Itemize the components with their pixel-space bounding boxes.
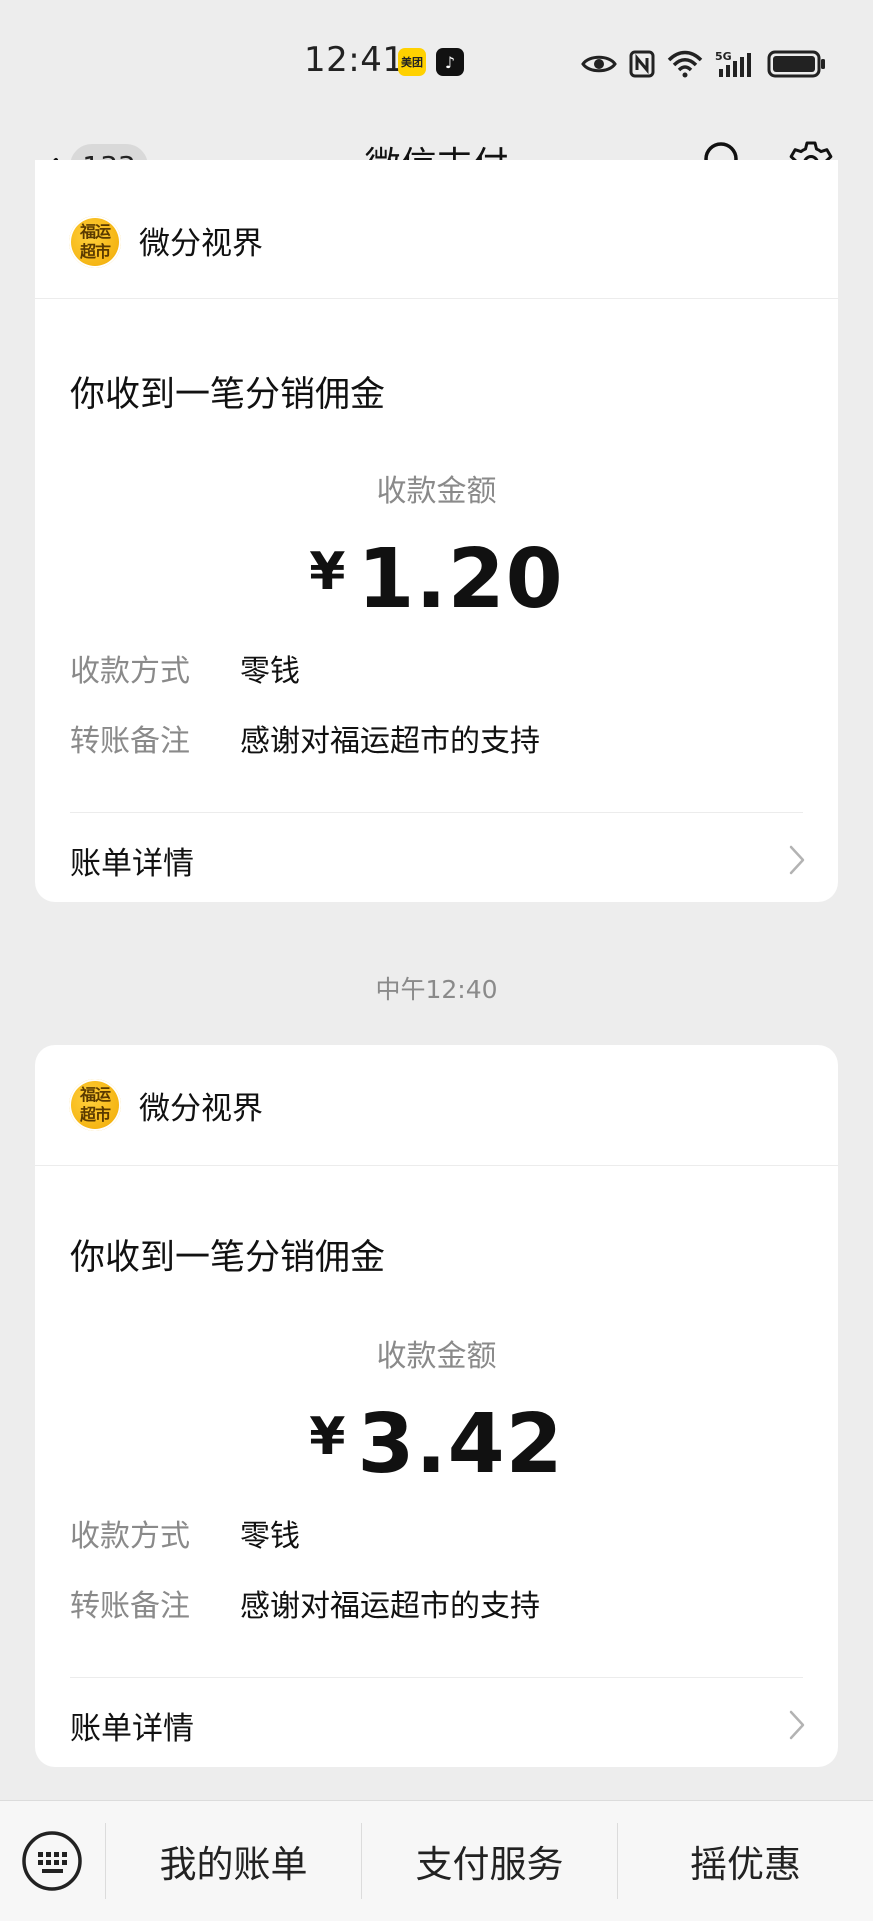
svg-text:5G: 5G (715, 50, 732, 63)
tiktok-notification-icon: ♪ (436, 48, 464, 76)
menu-payment-services[interactable]: 支付服务 (362, 1801, 617, 1921)
detail-value: 零钱 (240, 1519, 300, 1554)
merchant-name[interactable]: 微分视界 (139, 218, 263, 263)
detail-key: 收款方式 (70, 654, 190, 689)
detail-key: 转账备注 (70, 724, 190, 759)
keyboard-icon[interactable] (20, 1829, 84, 1893)
detail-key: 收款方式 (70, 1519, 190, 1554)
bill-details-label: 账单详情 (70, 846, 194, 882)
payment-method-row: 收款方式 零钱 (70, 646, 300, 690)
status-icons: 5G (581, 44, 827, 84)
bill-details-link[interactable]: 账单详情 (35, 1685, 838, 1765)
amount-value: 1.20 (357, 532, 564, 627)
amount-display: ¥3.42 (35, 1397, 838, 1492)
amount-value: 3.42 (357, 1397, 564, 1492)
detail-value: 感谢对福运超市的支持 (240, 724, 540, 759)
card-header[interactable]: 福运 超市 微分视界 (35, 160, 838, 299)
bill-details-label: 账单详情 (70, 1711, 194, 1747)
message-heading: 你收到一笔分销佣金 (70, 375, 386, 415)
signal-5g-icon: 5G (715, 50, 751, 77)
chevron-right-icon (789, 1710, 805, 1740)
detail-value: 零钱 (240, 654, 300, 689)
currency-symbol: ¥ (309, 542, 346, 602)
message-heading: 你收到一笔分销佣金 (70, 1238, 386, 1278)
status-time: 12:41 (304, 40, 405, 80)
payment-message-card[interactable]: 福运 超市 微分视界 你收到一笔分销佣金 收款金额 ¥3.42 收款方式 零钱 转… (35, 1045, 838, 1767)
merchant-logo: 福运 超市 (69, 1079, 121, 1131)
merchant-name[interactable]: 微分视界 (139, 1083, 263, 1128)
card-header[interactable]: 福运 超市 微分视界 (35, 1045, 838, 1166)
bill-details-link[interactable]: 账单详情 (35, 820, 838, 900)
payment-message-card[interactable]: 福运 超市 微分视界 你收到一笔分销佣金 收款金额 ¥1.20 收款方式 零钱 转… (35, 160, 838, 902)
amount-label: 收款金额 (376, 1339, 497, 1374)
eye-icon (581, 55, 617, 73)
menu-shake-offers[interactable]: 摇优惠 (618, 1801, 873, 1921)
payment-method-row: 收款方式 零钱 (70, 1511, 300, 1555)
currency-symbol: ¥ (309, 1407, 346, 1467)
amount-label: 收款金额 (376, 474, 497, 509)
menu-my-bills[interactable]: 我的账单 (106, 1801, 361, 1921)
wifi-icon (667, 50, 703, 78)
transfer-note-row: 转账备注 感谢对福运超市的支持 (70, 716, 540, 760)
bottom-menu-bar: 我的账单 支付服务 摇优惠 (0, 1800, 873, 1921)
amount-display: ¥1.20 (35, 532, 838, 627)
merchant-logo: 福运 超市 (69, 216, 121, 268)
nfc-icon (629, 50, 655, 78)
detail-value: 感谢对福运超市的支持 (240, 1589, 540, 1624)
message-timestamp: 中午12:40 (375, 975, 498, 1004)
divider (70, 1677, 803, 1678)
meituan-notification-icon: 美团 (398, 48, 426, 76)
divider (70, 812, 803, 813)
battery-icon (767, 50, 825, 78)
transfer-note-row: 转账备注 感谢对福运超市的支持 (70, 1581, 540, 1625)
status-bar: 12:41 美团 ♪ 5G (0, 0, 873, 128)
chevron-right-icon (789, 845, 805, 875)
detail-key: 转账备注 (70, 1589, 190, 1624)
